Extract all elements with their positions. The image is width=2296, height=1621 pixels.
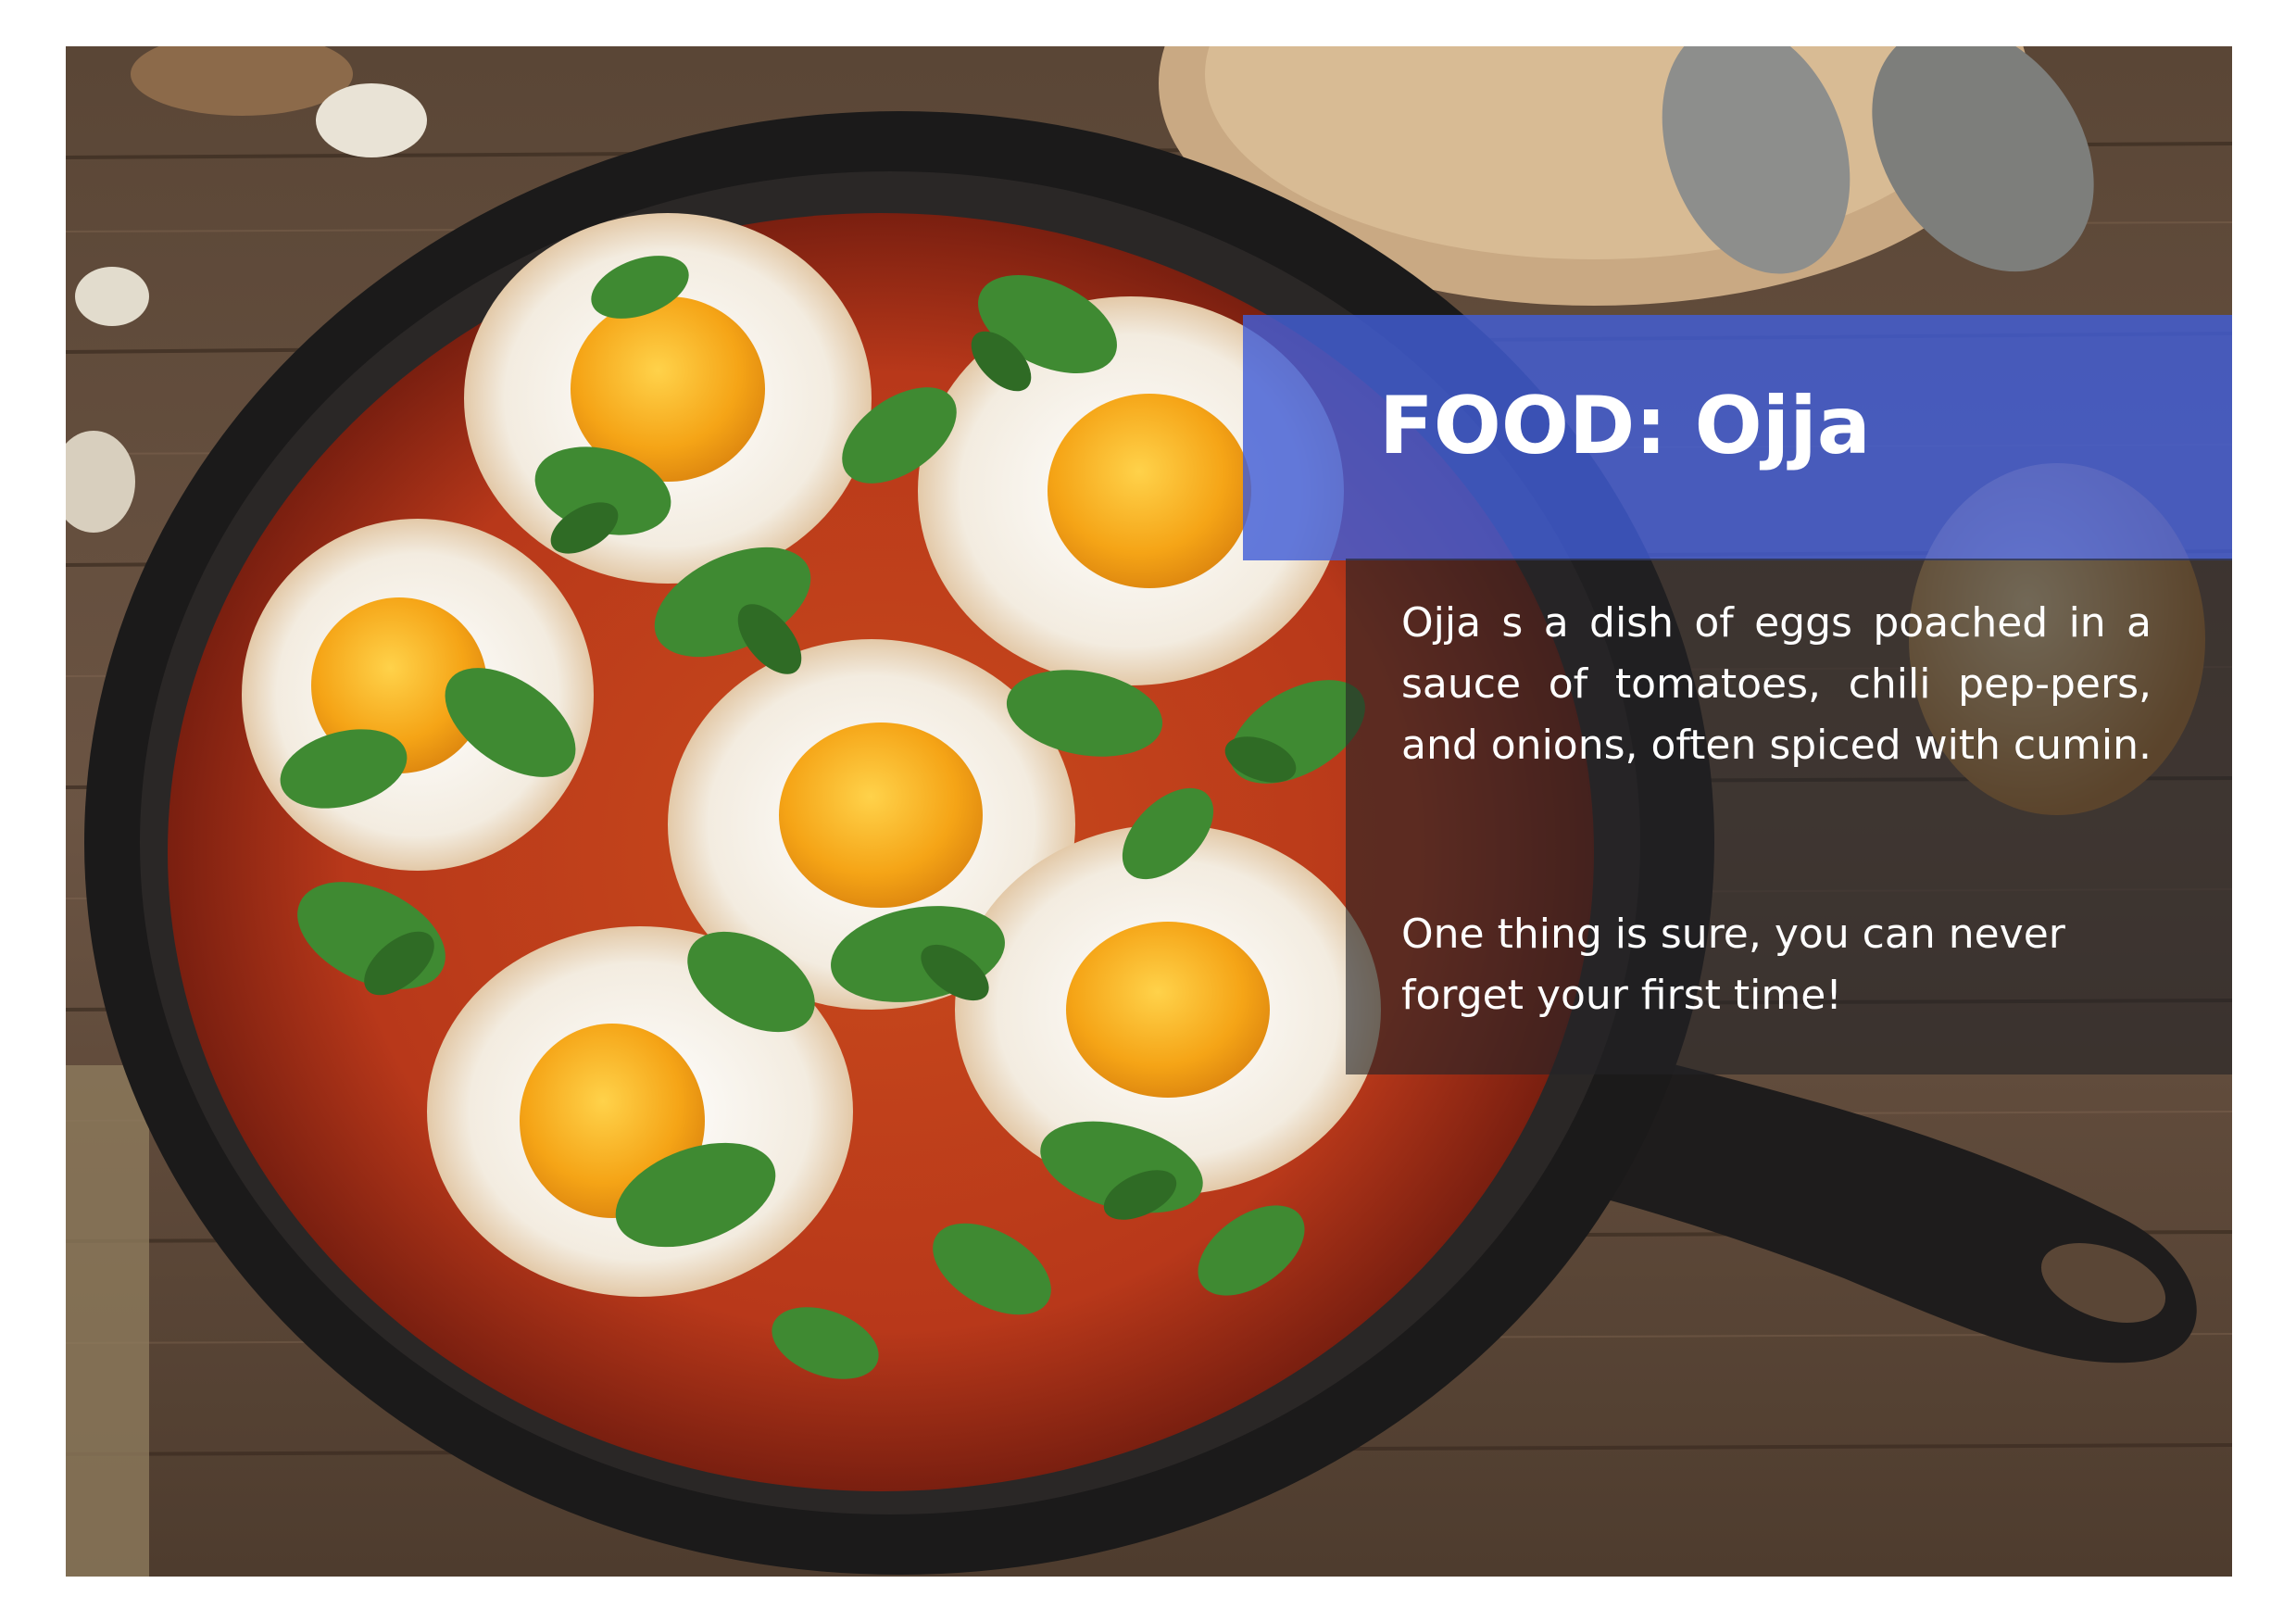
description-paragraph-2: One thing is sure, you can never forget … xyxy=(1401,911,2065,1019)
description-paragraph-1: Ojja s a dish of eggs poached in a sauce… xyxy=(1401,599,2152,769)
burlap-cloth xyxy=(66,1065,149,1577)
card-title: FOOD: Ojja xyxy=(1379,380,1871,472)
